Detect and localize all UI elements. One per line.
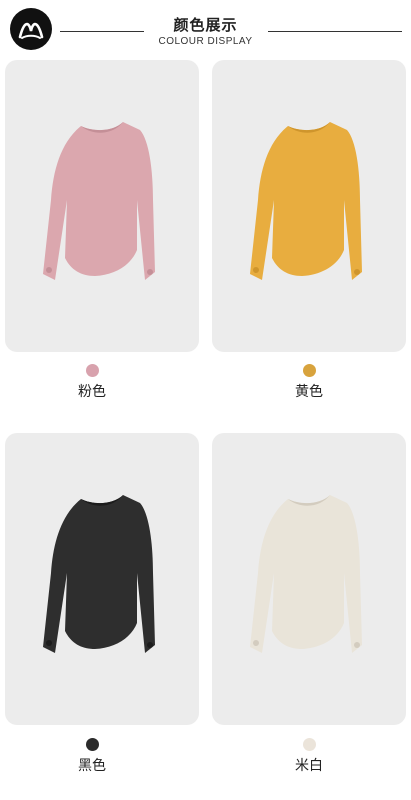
color-label-pink: 粉色 bbox=[78, 384, 106, 400]
shirt-image bbox=[43, 122, 155, 280]
thumb-hole bbox=[354, 269, 360, 275]
shirt-image bbox=[43, 495, 155, 653]
shirt-image bbox=[250, 122, 362, 280]
thumb-hole bbox=[147, 269, 153, 275]
thumb-hole bbox=[46, 267, 52, 273]
product-card-pink[interactable] bbox=[5, 60, 199, 352]
thumb-hole bbox=[253, 640, 259, 646]
color-swatch-yellow[interactable] bbox=[303, 364, 316, 377]
thumb-hole bbox=[354, 642, 360, 648]
thumb-hole bbox=[147, 642, 153, 648]
product-card-black[interactable] bbox=[5, 433, 199, 725]
color-swatch-pink[interactable] bbox=[86, 364, 99, 377]
color-swatch-black[interactable] bbox=[86, 738, 99, 751]
color-label-black: 黑色 bbox=[78, 758, 106, 774]
shirt-shape bbox=[250, 495, 362, 653]
color-label-off-white: 米白 bbox=[295, 758, 323, 774]
thumb-hole bbox=[46, 640, 52, 646]
product-card-off-white[interactable] bbox=[212, 433, 406, 725]
shirt-shape bbox=[43, 495, 155, 653]
shirt-image bbox=[250, 495, 362, 653]
page-subtitle: COLOUR DISPLAY bbox=[158, 36, 253, 47]
thumb-hole bbox=[253, 267, 259, 273]
page-title: 颜色展示 bbox=[173, 16, 238, 34]
color-label-yellow: 黄色 bbox=[295, 384, 323, 400]
color-swatch-off-white[interactable] bbox=[303, 738, 316, 751]
shirt-shape bbox=[250, 122, 362, 280]
shirt-shape bbox=[43, 122, 155, 280]
product-card-yellow[interactable] bbox=[212, 60, 406, 352]
